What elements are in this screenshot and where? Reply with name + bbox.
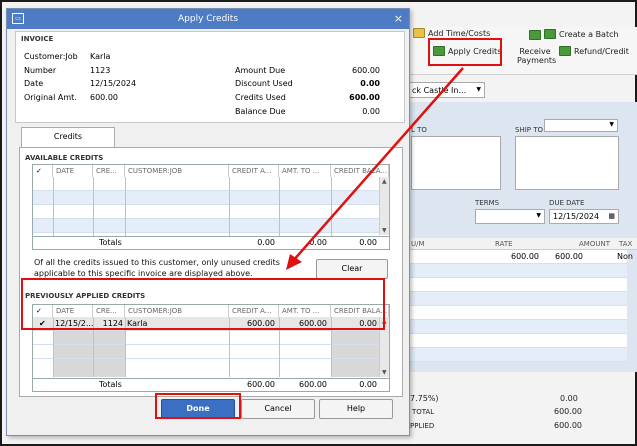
red-arrow-icon — [286, 67, 464, 270]
